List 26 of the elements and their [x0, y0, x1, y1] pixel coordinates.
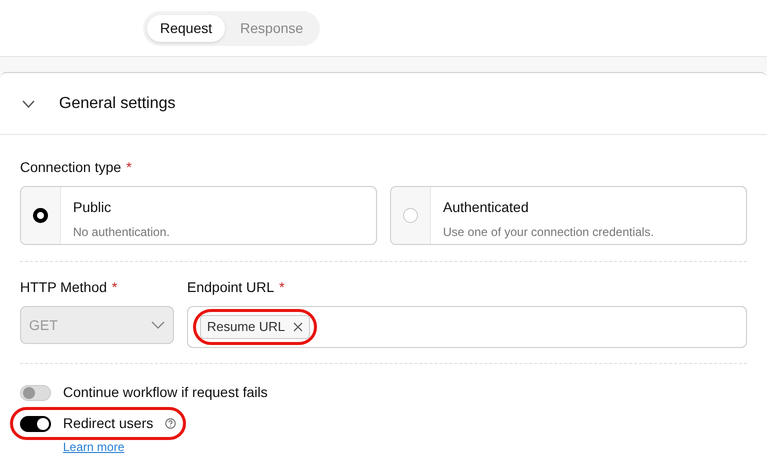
field-label: Connection type: [20, 158, 122, 177]
radio-button[interactable]: [33, 208, 48, 223]
learn-more-link[interactable]: Learn more: [63, 438, 124, 454]
toggle-switch[interactable]: [20, 416, 51, 432]
option-title: Public: [73, 198, 112, 217]
toggle-switch[interactable]: [20, 384, 51, 400]
chevron-down-icon[interactable]: [22, 100, 35, 108]
required-asterisk: *: [126, 158, 132, 177]
option-card[interactable]: Public No authentication.: [20, 186, 377, 245]
endpoint-field[interactable]: Resume URL: [187, 306, 747, 348]
toggle-label: Redirect users: [63, 414, 154, 433]
required-asterisk: *: [279, 278, 285, 297]
help-icon[interactable]: [165, 418, 176, 429]
tab[interactable]: Request: [147, 14, 226, 42]
field-label: Endpoint URL: [187, 278, 274, 297]
option-title: Authenticated: [443, 198, 530, 217]
required-asterisk: *: [112, 278, 118, 297]
option-description: No authentication.: [73, 224, 170, 241]
field-label: HTTP Method: [20, 278, 107, 297]
option-card[interactable]: Authenticated Use one of your connection credentials.: [390, 186, 747, 245]
caret-icon: [151, 321, 165, 329]
url-tag[interactable]: Resume URL: [200, 315, 310, 339]
toggle-label: Continue workflow if request fails: [63, 383, 268, 402]
section-title: General settings: [59, 94, 176, 114]
option-description: Use one of your connection credentials.: [443, 224, 654, 241]
close-icon[interactable]: [293, 322, 304, 332]
